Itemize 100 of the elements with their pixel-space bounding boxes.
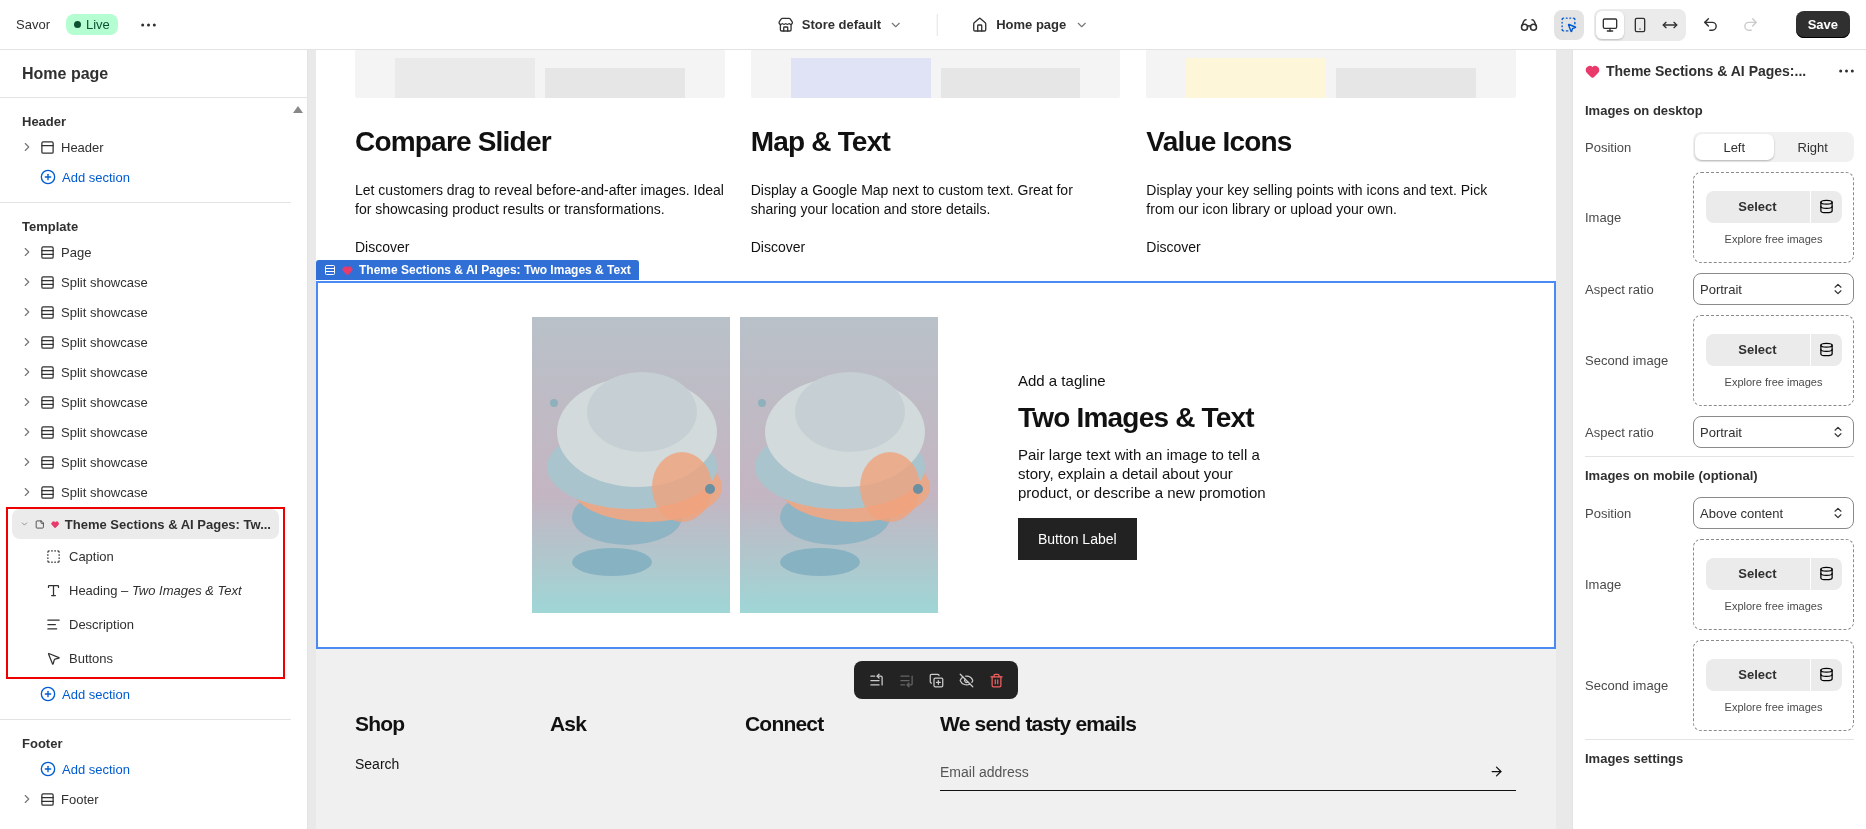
section-item[interactable]: Split showcase xyxy=(12,327,279,357)
field-label: Second image xyxy=(1585,353,1670,368)
store-icon xyxy=(777,16,794,33)
section-icon xyxy=(40,364,55,380)
block-icon xyxy=(46,548,61,564)
block-item[interactable]: Caption xyxy=(12,539,279,573)
panel-title: Theme Sections & AI Pages:... xyxy=(1606,63,1807,79)
section-item[interactable]: Split showcase xyxy=(12,417,279,447)
block-icon xyxy=(46,616,61,632)
database-icon xyxy=(1818,667,1834,682)
store-name: Savor xyxy=(16,17,50,32)
block-item[interactable]: Buttons xyxy=(12,641,279,675)
group-title: Footer xyxy=(21,734,64,753)
block-item[interactable]: Heading – Two Images & Text xyxy=(12,573,279,607)
card-text: Display your key selling points with icons and text. Pick from our icon library or upload your own. xyxy=(1146,181,1489,219)
more-icon xyxy=(141,22,157,27)
explore-link[interactable]: Explore free images xyxy=(1724,700,1823,713)
section-item[interactable]: Split showcase xyxy=(12,297,279,327)
explore-link[interactable]: Explore free images xyxy=(1724,232,1823,245)
field-label: Image xyxy=(1585,577,1623,592)
settings-group-title: Images settings xyxy=(1585,749,1685,768)
section-icon xyxy=(40,394,55,410)
settings-group-title: Images on mobile (optional) xyxy=(1585,466,1759,485)
section-item[interactable]: Split showcase xyxy=(12,267,279,297)
section-icon xyxy=(40,274,55,290)
add-section-link[interactable]: Add section xyxy=(12,162,279,192)
device-button[interactable] xyxy=(1595,10,1624,39)
hide-icon xyxy=(958,672,974,688)
section-item[interactable]: Page xyxy=(12,237,279,267)
heart-icon xyxy=(342,264,353,276)
newsletter-heading: We send tasty emails xyxy=(940,711,1137,737)
section-item[interactable]: Split showcase xyxy=(12,447,279,477)
section-item[interactable]: Split showcase xyxy=(12,477,279,507)
tagline: Add a tagline xyxy=(1018,370,1107,390)
cta-button[interactable]: Button Label xyxy=(1018,517,1137,560)
submit-arrow-icon[interactable] xyxy=(1489,764,1504,780)
select-cursor-icon xyxy=(1560,16,1578,33)
block-icon xyxy=(46,582,61,598)
segmented-control[interactable]: Left Right xyxy=(1693,132,1854,162)
group-title: Template xyxy=(21,217,80,236)
sidebar-title: Home page xyxy=(0,50,307,98)
section-icon xyxy=(40,791,55,807)
image-drop-zone[interactable]: Select Explore free images xyxy=(1693,539,1854,630)
footer-link[interactable]: Search xyxy=(355,755,550,775)
card-title: Map & Text xyxy=(750,125,890,159)
section-icon xyxy=(40,334,55,350)
select-field[interactable]: Portrait xyxy=(1693,416,1854,448)
save-button[interactable]: Save xyxy=(1795,11,1850,38)
chevron-icon xyxy=(1831,506,1845,520)
section-body: Pair large text with an image to tell a story, explain a detail about your product, or describe a new promotion xyxy=(1018,444,1267,502)
settings-group-title: Images on desktop xyxy=(1585,101,1704,120)
page-selector[interactable]: Home page xyxy=(966,15,1095,34)
more-icon[interactable] xyxy=(1839,69,1854,73)
delete-icon xyxy=(988,672,1004,688)
duplicate-icon xyxy=(928,672,944,688)
discover-link[interactable]: Discover xyxy=(355,238,410,257)
image-drop-zone[interactable]: Select Explore free images xyxy=(1693,315,1854,406)
explore-link[interactable]: Explore free images xyxy=(1724,375,1823,388)
section-item[interactable]: Split showcase xyxy=(12,357,279,387)
field-label: Aspect ratio xyxy=(1585,281,1655,297)
section-item[interactable]: Footer xyxy=(12,784,279,814)
section-item[interactable]: Header xyxy=(12,132,279,162)
explore-link[interactable]: Explore free images xyxy=(1724,599,1823,612)
segment-option[interactable]: Left xyxy=(1695,134,1774,160)
section-icon xyxy=(40,139,55,155)
segment-option[interactable]: Right xyxy=(1773,134,1852,160)
footer-heading: Connect xyxy=(745,711,824,737)
home-icon xyxy=(972,16,989,33)
section-heading: Two Images & Text xyxy=(1018,400,1254,435)
block-item[interactable]: Description xyxy=(12,607,279,641)
group-title: Header xyxy=(21,112,68,131)
image-drop-zone[interactable]: Select Explore free images xyxy=(1693,172,1854,263)
section-icon xyxy=(40,484,55,500)
select-field[interactable]: Above content xyxy=(1693,497,1854,529)
database-icon xyxy=(1818,566,1834,581)
discover-link[interactable]: Discover xyxy=(750,238,806,257)
status-badge: Live xyxy=(65,14,118,35)
field-label: Image xyxy=(1585,210,1623,225)
image-drop-zone[interactable]: Select Explore free images xyxy=(1693,640,1854,731)
status-dot xyxy=(73,21,81,28)
add-section-link[interactable]: Add section xyxy=(12,754,279,784)
card-text: Let customers drag to reveal before-and-after images. Ideal for showcasing product results or transformations. xyxy=(355,181,725,219)
database-icon xyxy=(1818,342,1834,357)
select-field[interactable]: Portrait xyxy=(1693,273,1854,305)
section-icon xyxy=(40,244,55,260)
inspector-button[interactable] xyxy=(1553,9,1584,40)
move-down-icon xyxy=(898,672,914,688)
email-field[interactable]: Email address xyxy=(940,753,1516,792)
section-icon xyxy=(40,454,55,470)
add-section-link[interactable]: Add section xyxy=(12,679,279,709)
undo-icon xyxy=(1702,16,1720,33)
section-icon xyxy=(324,264,336,276)
store-selector[interactable]: Store default xyxy=(771,15,910,34)
discover-link[interactable]: Discover xyxy=(1146,238,1201,257)
field-label: Aspect ratio xyxy=(1585,424,1655,440)
heart-icon xyxy=(1585,63,1600,79)
section-item[interactable]: Split showcase xyxy=(12,387,279,417)
add-icon xyxy=(40,686,56,702)
field-label: Position xyxy=(1585,505,1633,521)
section-item[interactable]: Theme Sections & AI Pages: Tw... xyxy=(12,509,279,539)
